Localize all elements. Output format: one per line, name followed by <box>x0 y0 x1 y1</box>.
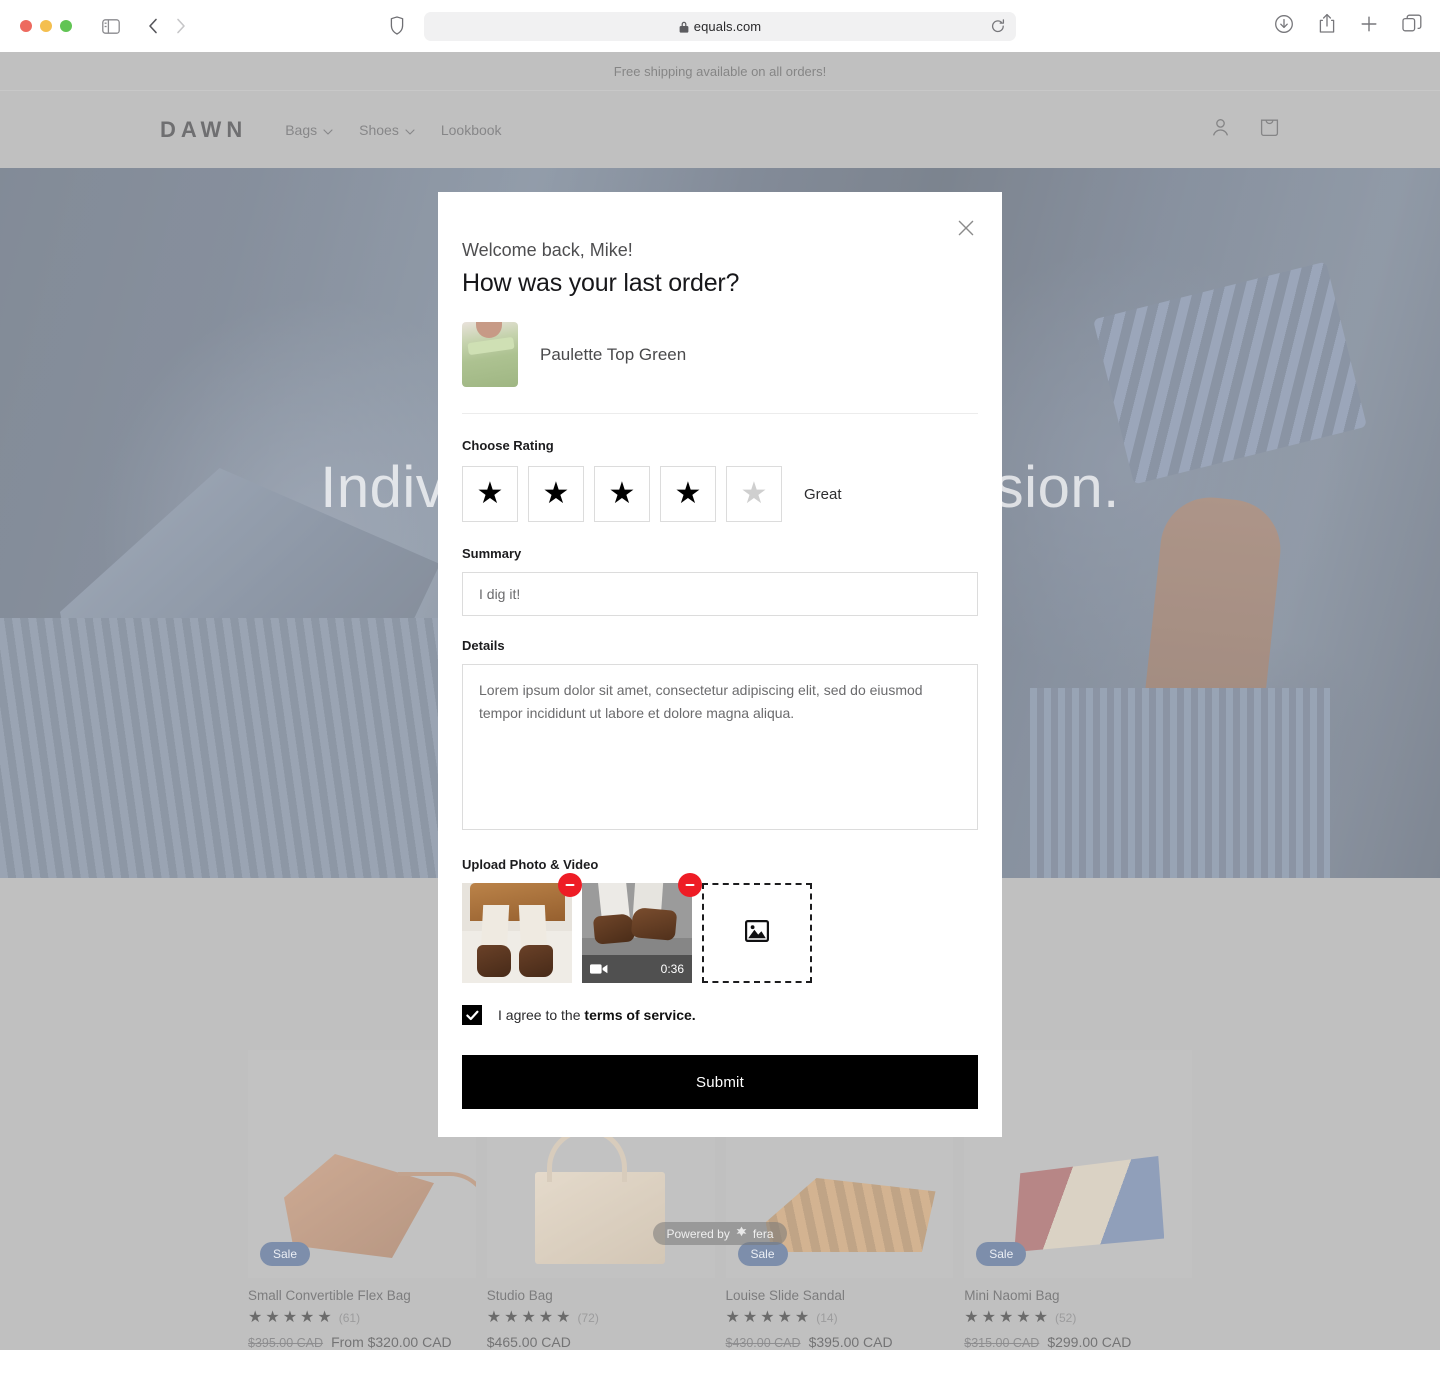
upload-item-video[interactable]: 0:36 <box>582 873 702 983</box>
close-icon[interactable] <box>954 216 978 240</box>
video-duration: 0:36 <box>660 962 684 976</box>
web-page: Free shipping available on all orders! D… <box>0 52 1440 1389</box>
add-media-button[interactable] <box>702 883 812 983</box>
welcome-text: Welcome back, Mike! <box>462 240 633 260</box>
powered-by-text: Powered by <box>666 1226 730 1241</box>
minimize-window-button[interactable] <box>40 20 52 32</box>
powered-by-pill[interactable]: Powered by fera <box>653 1222 787 1245</box>
summary-section: Summary <box>462 522 978 616</box>
new-tab-icon[interactable] <box>1360 15 1378 33</box>
image-placeholder-icon <box>745 919 769 947</box>
reviewed-product: Paulette Top Green <box>462 298 978 414</box>
star-button-3[interactable]: ★ <box>594 466 650 522</box>
video-thumbnail: 0:36 <box>582 883 692 983</box>
terms-label: I agree to the terms of service. <box>498 1007 696 1023</box>
url-text: equals.com <box>693 19 762 34</box>
close-window-button[interactable] <box>20 20 32 32</box>
star-button-1[interactable]: ★ <box>462 466 518 522</box>
modal-title: How was your last order? <box>462 269 740 297</box>
star-button-5[interactable]: ★ <box>726 466 782 522</box>
submit-section: Submit <box>462 1025 978 1137</box>
summary-input[interactable] <box>462 572 978 616</box>
details-textarea[interactable] <box>462 664 978 830</box>
details-section: Details <box>462 616 978 835</box>
terms-prefix: I agree to the <box>498 1007 585 1023</box>
upload-list: 0:36 <box>462 873 978 983</box>
forward-arrow-icon[interactable] <box>176 18 186 34</box>
summary-label: Summary <box>462 546 522 561</box>
tab-overview-icon[interactable] <box>1402 14 1422 33</box>
rating-label: Choose Rating <box>462 438 554 453</box>
review-modal: Welcome back, Mike! How was your last or… <box>438 192 1002 1137</box>
share-icon[interactable] <box>1318 13 1336 34</box>
toolbar-right-icons <box>1274 13 1422 34</box>
back-arrow-icon[interactable] <box>148 18 158 34</box>
upload-label: Upload Photo & Video <box>462 857 599 872</box>
star-button-2[interactable]: ★ <box>528 466 584 522</box>
video-info-bar: 0:36 <box>582 955 692 983</box>
navigation-arrows[interactable] <box>148 18 186 34</box>
terms-of-service-link[interactable]: terms of service. <box>584 1007 695 1023</box>
details-label: Details <box>462 638 505 653</box>
video-camera-icon <box>590 963 608 975</box>
browser-toolbar: equals.com <box>0 0 1440 52</box>
terms-checkbox[interactable] <box>462 1005 482 1025</box>
photo-thumbnail <box>462 883 572 983</box>
star-button-4[interactable]: ★ <box>660 466 716 522</box>
fera-logo-icon <box>735 1226 748 1241</box>
product-name: Paulette Top Green <box>540 344 687 364</box>
fera-brand-text: fera <box>752 1226 774 1241</box>
lock-icon <box>679 21 689 33</box>
rating-word: Great <box>804 485 842 503</box>
maximize-window-button[interactable] <box>60 20 72 32</box>
download-icon[interactable] <box>1274 14 1294 34</box>
product-thumbnail <box>462 322 518 387</box>
reload-icon[interactable] <box>991 19 1005 37</box>
star-rating-control[interactable]: ★ ★ ★ ★ ★ Great <box>462 466 978 522</box>
rating-section: Choose Rating ★ ★ ★ ★ ★ Great <box>462 414 978 522</box>
privacy-shield-icon[interactable] <box>390 16 404 35</box>
terms-agreement[interactable]: I agree to the terms of service. <box>462 983 978 1025</box>
remove-icon[interactable] <box>678 873 702 897</box>
powered-by-badge: Powered by fera <box>0 1222 1440 1245</box>
upload-item-photo[interactable] <box>462 873 582 983</box>
submit-button[interactable]: Submit <box>462 1055 978 1109</box>
modal-body: Welcome back, Mike! How was your last or… <box>462 192 978 1137</box>
upload-section: Upload Photo & Video 0:36 <box>462 835 978 983</box>
remove-icon[interactable] <box>558 873 582 897</box>
window-controls[interactable] <box>20 20 72 32</box>
address-bar[interactable]: equals.com <box>424 12 1016 41</box>
sidebar-toggle-icon[interactable] <box>102 18 120 34</box>
